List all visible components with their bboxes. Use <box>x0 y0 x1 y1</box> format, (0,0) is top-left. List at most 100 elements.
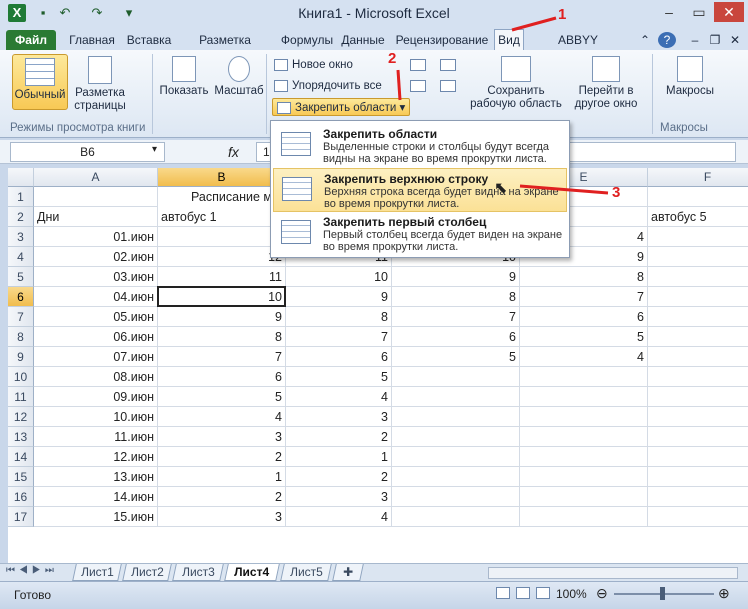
table-cell[interactable]: 01.июн <box>34 227 158 247</box>
horizontal-scrollbar[interactable] <box>488 567 738 579</box>
row-header[interactable]: 13 <box>8 427 34 447</box>
customize-qat-icon[interactable]: ▾ <box>120 4 138 22</box>
row-header[interactable]: 8 <box>8 327 34 347</box>
table-cell[interactable]: 8 <box>158 327 286 347</box>
row-header[interactable]: 14 <box>8 447 34 467</box>
tab-formulas[interactable]: Формулы <box>278 30 336 50</box>
table-cell[interactable]: 5 <box>286 367 392 387</box>
row-header[interactable]: 6 <box>8 287 34 307</box>
tab-home[interactable]: Главная <box>62 30 122 50</box>
table-cell[interactable] <box>648 187 748 207</box>
arrange-all-button[interactable]: Упорядочить все <box>274 77 382 95</box>
table-cell[interactable]: 2 <box>158 447 286 467</box>
table-cell[interactable]: 11 <box>158 267 286 287</box>
zoom-in-icon[interactable]: ⊕ <box>718 585 730 602</box>
table-cell[interactable]: 06.июн <box>34 327 158 347</box>
table-cell[interactable] <box>392 447 520 467</box>
zoom-button[interactable]: Масштаб <box>214 56 264 108</box>
save-icon[interactable]: ▪ <box>34 4 52 22</box>
table-cell[interactable]: 11.июн <box>34 427 158 447</box>
table-cell[interactable]: 8 <box>520 267 648 287</box>
page-break-status-icon[interactable] <box>536 587 550 599</box>
redo-icon[interactable]: ↷ <box>88 4 106 22</box>
row-header[interactable]: 2 <box>8 207 34 227</box>
table-cell[interactable]: 13.июн <box>34 467 158 487</box>
normal-view-button[interactable]: Обычный <box>12 54 68 110</box>
hide-button[interactable] <box>410 77 430 95</box>
show-button[interactable]: Показать <box>156 56 212 108</box>
page-layout-status-icon[interactable] <box>516 587 530 599</box>
table-cell[interactable]: 9 <box>158 307 286 327</box>
table-cell[interactable] <box>34 187 158 207</box>
table-cell[interactable] <box>648 347 748 367</box>
workbook-close-icon[interactable]: ✕ <box>726 30 744 50</box>
table-cell[interactable]: 5 <box>520 327 648 347</box>
tab-page-layout[interactable]: Разметка страниц <box>176 30 274 50</box>
menu-item-freeze-first-column[interactable]: Закрепить первый столбец Первый столбец … <box>273 212 567 256</box>
save-workspace-button[interactable]: Сохранить рабочую область <box>470 56 562 118</box>
row-header[interactable]: 17 <box>8 507 34 527</box>
table-cell[interactable]: 12.июн <box>34 447 158 467</box>
freeze-panes-button[interactable]: Закрепить области ▾ <box>272 98 411 116</box>
table-cell[interactable] <box>648 387 748 407</box>
table-cell[interactable] <box>648 407 748 427</box>
table-cell[interactable]: 10 <box>158 287 286 307</box>
table-cell[interactable]: Дни <box>34 207 158 227</box>
table-cell[interactable]: 8 <box>392 287 520 307</box>
table-cell[interactable] <box>648 427 748 447</box>
table-cell[interactable]: автобус 5 <box>648 207 748 227</box>
minimize-icon[interactable]: – <box>654 2 684 22</box>
table-cell[interactable]: 4 <box>286 387 392 407</box>
table-cell[interactable]: 15.июн <box>34 507 158 527</box>
table-cell[interactable] <box>648 247 748 267</box>
row-header[interactable]: 15 <box>8 467 34 487</box>
undo-icon[interactable]: ↶ <box>56 4 74 22</box>
table-cell[interactable] <box>648 287 748 307</box>
row-header[interactable]: 5 <box>8 267 34 287</box>
table-cell[interactable]: 7 <box>392 307 520 327</box>
excel-logo-icon[interactable]: X <box>8 4 26 22</box>
table-cell[interactable] <box>648 327 748 347</box>
table-cell[interactable]: 1 <box>158 467 286 487</box>
table-cell[interactable]: 2 <box>286 427 392 447</box>
table-cell[interactable] <box>520 427 648 447</box>
table-cell[interactable]: 12 <box>158 247 286 267</box>
table-cell[interactable]: 2 <box>286 467 392 487</box>
table-cell[interactable]: 4 <box>520 347 648 367</box>
table-cell[interactable] <box>392 387 520 407</box>
zoom-slider-thumb[interactable] <box>660 587 665 600</box>
table-cell[interactable] <box>520 367 648 387</box>
table-cell[interactable]: 4 <box>158 407 286 427</box>
table-cell[interactable]: 6 <box>286 347 392 367</box>
table-cell[interactable] <box>648 227 748 247</box>
table-cell[interactable] <box>520 447 648 467</box>
zoom-level[interactable]: 100% <box>556 587 587 601</box>
sheet-tab[interactable]: Лист5 <box>280 564 332 581</box>
table-cell[interactable]: 05.июн <box>34 307 158 327</box>
tab-insert[interactable]: Вставка <box>124 30 174 50</box>
table-cell[interactable]: 5 <box>158 387 286 407</box>
close-icon[interactable]: ✕ <box>714 2 744 22</box>
switch-windows-button[interactable]: Перейти в другое окно <box>566 56 646 118</box>
table-cell[interactable]: 10.июн <box>34 407 158 427</box>
table-cell[interactable] <box>520 407 648 427</box>
table-cell[interactable] <box>520 387 648 407</box>
sheet-nav-arrows-icon[interactable]: ⏮◀▶⏭ <box>6 565 58 576</box>
table-cell[interactable]: 08.июн <box>34 367 158 387</box>
sheet-tab-active[interactable]: Лист4 <box>224 564 280 581</box>
table-cell[interactable]: 1 <box>286 447 392 467</box>
table-cell[interactable]: 4 <box>286 507 392 527</box>
sheet-tab[interactable]: Лист3 <box>172 564 224 581</box>
sheet-tab[interactable]: Лист2 <box>122 564 172 581</box>
insert-function-icon[interactable]: fx <box>228 142 239 162</box>
tab-data[interactable]: Данные <box>338 30 388 50</box>
table-cell[interactable]: 6 <box>158 367 286 387</box>
row-header[interactable]: 1 <box>8 187 34 207</box>
table-cell[interactable]: 14.июн <box>34 487 158 507</box>
table-cell[interactable] <box>648 487 748 507</box>
table-cell[interactable] <box>392 507 520 527</box>
table-cell[interactable] <box>520 487 648 507</box>
row-header[interactable]: 4 <box>8 247 34 267</box>
row-header[interactable]: 12 <box>8 407 34 427</box>
table-cell[interactable]: 07.июн <box>34 347 158 367</box>
